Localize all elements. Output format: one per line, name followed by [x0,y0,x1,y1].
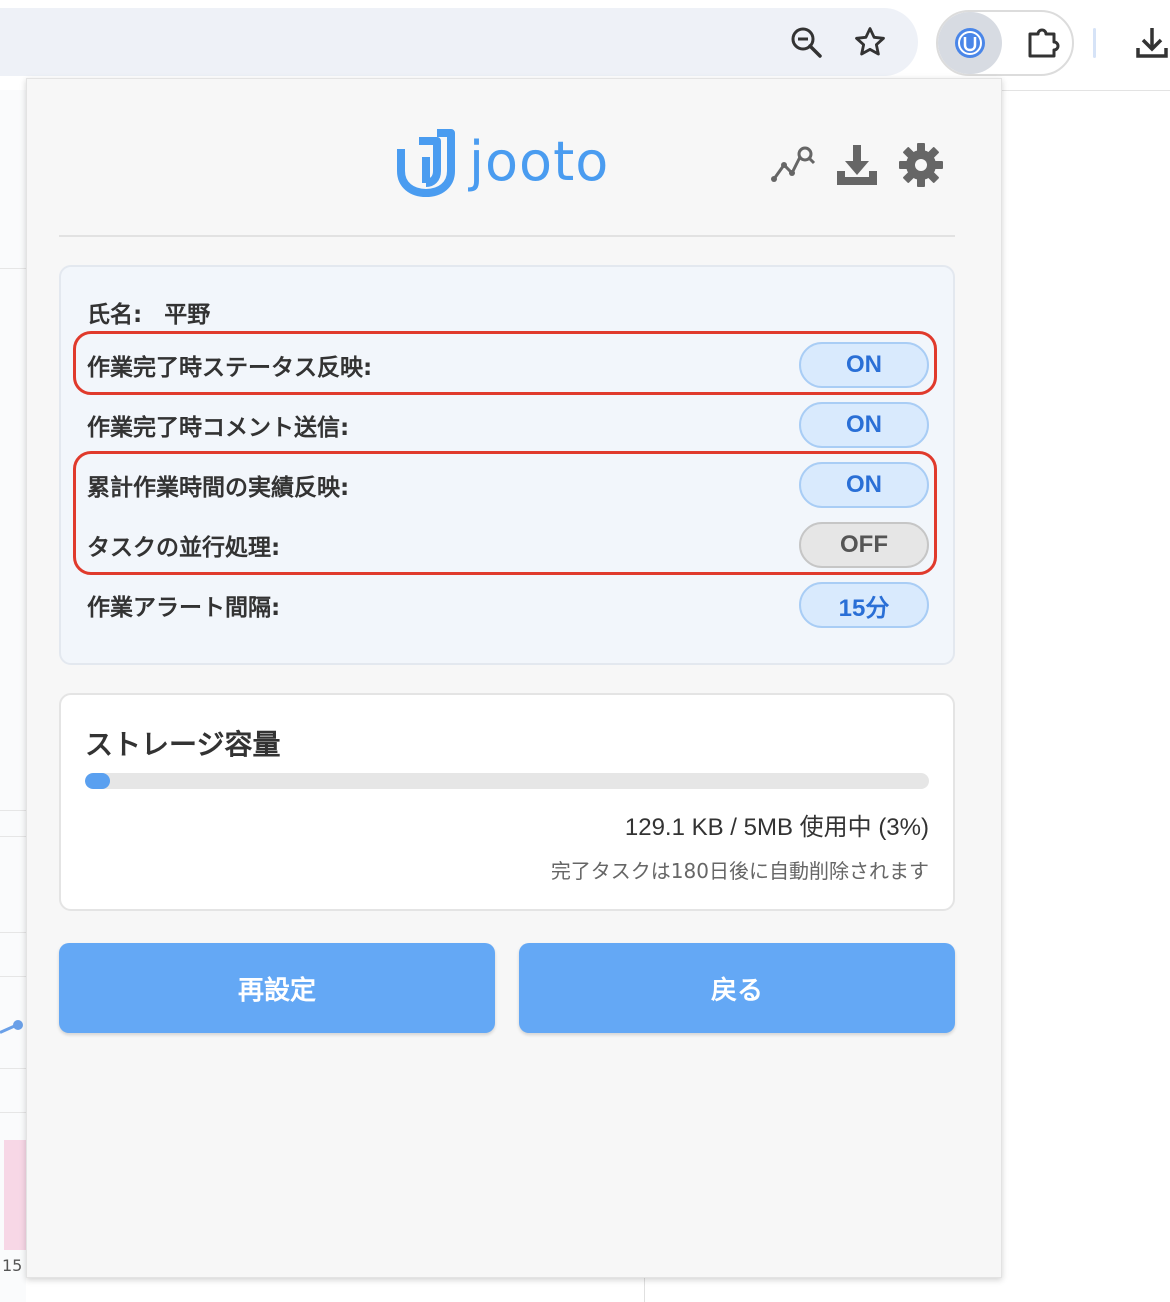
back-button[interactable]: 戻る [519,943,955,1033]
background-divider [0,810,26,811]
download-icon[interactable] [1124,14,1170,70]
background-divider [644,1278,645,1302]
setting-label: タスクの並行処理: [87,535,281,561]
storage-progress-fill [85,773,111,789]
puzzle-icon[interactable] [1014,14,1070,70]
setting-label: 作業アラート間隔: [87,595,281,621]
background-chart-point [13,1020,23,1030]
background-divider [0,932,26,933]
star-icon[interactable] [842,14,898,70]
alert-interval-button[interactable]: 15分 [799,582,929,628]
user-name-row: 氏名: 平野 [87,295,210,329]
setting-status-sync: 作業完了時ステータス反映: ON [87,341,929,389]
background-tick-label: 15 [2,1256,23,1275]
setting-time-actuals: 累計作業時間の実績反映: ON [87,461,929,509]
background-divider [0,976,26,977]
setting-comment-send: 作業完了時コメント送信: ON [87,401,929,449]
setting-label: 作業完了時コメント送信: [87,415,350,441]
jooto-logo-icon [397,129,455,197]
name-label: 氏名: [87,302,143,328]
storage-usage-text: 129.1 KB / 5MB 使用中 (3%) [624,814,929,841]
setting-alert-interval: 作業アラート間隔: 15分 [87,581,929,629]
jooto-logo: jooto [397,127,609,197]
chart-search-icon[interactable] [769,141,817,189]
toggle-parallel-tasks[interactable]: OFF [799,522,929,568]
storage-card: ストレージ容量 129.1 KB / 5MB 使用中 (3%) 完了タスクは18… [59,693,955,911]
download-icon[interactable] [833,141,881,189]
header-divider [59,235,955,237]
settings-card: 氏名: 平野 作業完了時ステータス反映: ON 作業完了時コメント送信: ON … [59,265,955,665]
jooto-popup: jooto 氏名: 平野 作業完了時ステータス反映: ON 作業完了時コメント送… [26,78,1002,1278]
jooto-extension-icon[interactable] [938,12,1002,74]
background-page [0,90,26,1302]
logo-text: jooto [469,130,610,193]
name-value: 平野 [164,302,211,328]
setting-label: 累計作業時間の実績反映: [87,475,350,501]
reset-button[interactable]: 再設定 [59,943,495,1033]
storage-note: 完了タスクは180日後に自動削除されます [550,859,929,883]
background-chart-bar [4,1140,26,1250]
setting-parallel-tasks: タスクの並行処理: OFF [87,521,929,569]
background-divider [0,1112,26,1113]
toggle-comment-send[interactable]: ON [799,402,929,448]
storage-progress-bar [85,773,929,789]
toolbar-divider [1093,28,1096,58]
storage-title: ストレージ容量 [85,728,281,761]
toggle-status-sync[interactable]: ON [799,342,929,388]
toggle-time-actuals[interactable]: ON [799,462,929,508]
background-divider [0,1068,26,1069]
zoom-out-icon[interactable] [778,14,834,70]
setting-label: 作業完了時ステータス反映: [87,355,373,381]
gear-icon[interactable] [897,141,945,189]
background-divider [0,268,26,269]
background-divider [0,836,26,837]
header-icons [769,141,945,189]
